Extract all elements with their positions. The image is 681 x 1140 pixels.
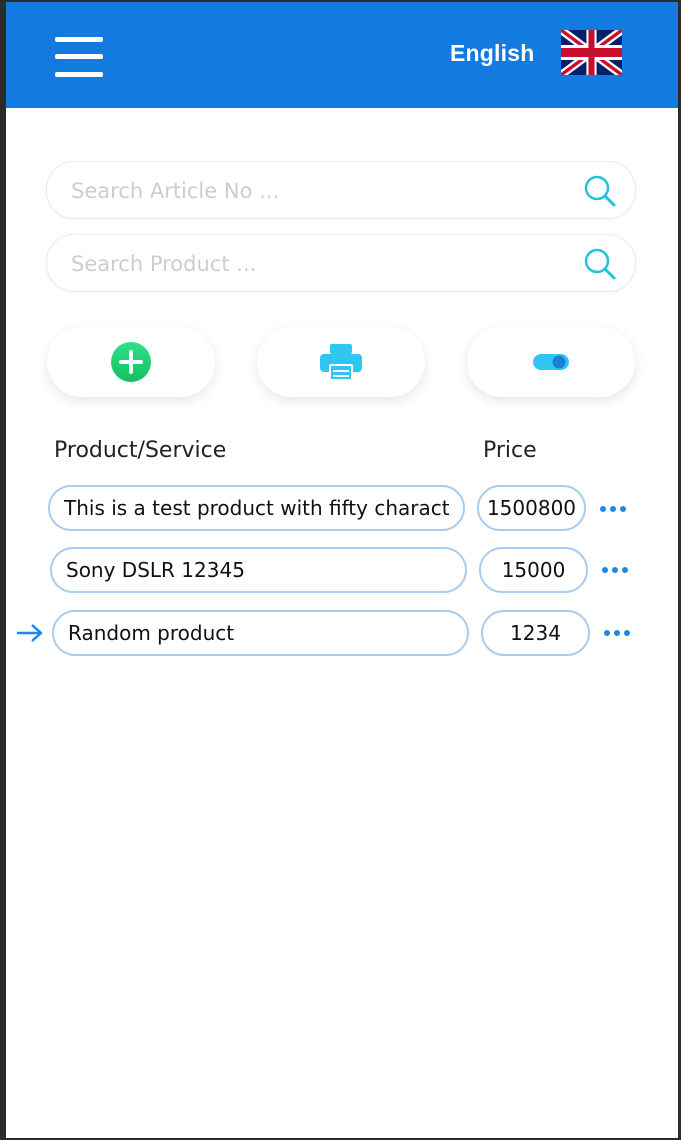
product-input[interactable]	[50, 487, 463, 529]
product-field	[48, 485, 465, 531]
product-input[interactable]	[52, 549, 465, 591]
uk-flag-icon[interactable]	[561, 30, 622, 75]
toggle-icon	[533, 354, 569, 370]
column-header-price: Price	[483, 438, 537, 463]
product-input[interactable]	[54, 612, 467, 654]
price-field	[479, 547, 588, 593]
price-input[interactable]	[479, 487, 584, 529]
search-article-box	[46, 161, 636, 220]
column-header-product: Product/Service	[54, 438, 227, 463]
row-more-icon[interactable]	[600, 499, 632, 519]
current-row-arrow-icon	[17, 624, 43, 642]
plus-circle-icon	[111, 342, 151, 382]
toggle-button[interactable]	[467, 327, 635, 397]
price-input[interactable]	[483, 612, 588, 654]
row-more-icon[interactable]	[604, 623, 636, 643]
app-screen: English Search Article No ... Search Pro…	[6, 2, 678, 1138]
print-button[interactable]	[257, 327, 425, 397]
price-field	[477, 485, 586, 531]
printer-icon	[320, 344, 362, 381]
search-product-input[interactable]	[69, 235, 573, 293]
language-label[interactable]: English	[450, 40, 534, 67]
product-field	[50, 547, 467, 593]
search-icon[interactable]	[583, 174, 617, 208]
search-article-input[interactable]	[69, 162, 573, 220]
search-product-box	[46, 234, 636, 293]
price-field	[481, 610, 590, 656]
price-input[interactable]	[481, 549, 586, 591]
hamburger-menu-icon[interactable]	[55, 37, 105, 81]
add-button[interactable]	[47, 327, 215, 397]
search-icon[interactable]	[583, 247, 617, 281]
row-more-icon[interactable]	[602, 560, 634, 580]
top-app-bar: English	[6, 2, 678, 108]
product-field	[52, 610, 469, 656]
